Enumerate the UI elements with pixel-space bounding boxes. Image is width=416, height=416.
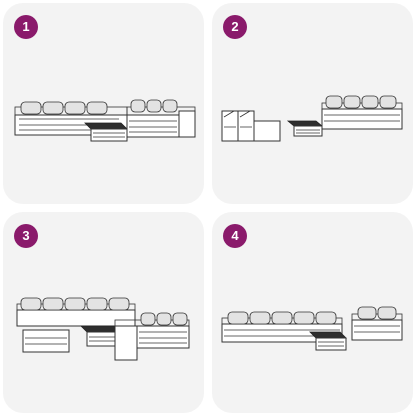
cushion [86,101,108,115]
cushion [20,101,42,115]
furniture-illustration [212,3,413,204]
cushion [357,306,377,320]
table-base [90,128,128,142]
table-top [84,122,128,130]
cushion [343,95,361,109]
chair-end [253,120,281,142]
furniture-illustration [3,3,204,204]
cushion [146,99,162,113]
option-card-3[interactable]: 3 [3,212,204,413]
cushion [325,95,343,109]
cushion [315,311,337,325]
table-top [309,331,347,339]
sofa-set-drawing [221,95,403,142]
option-card-1[interactable]: 1 [3,3,204,204]
chair-side [221,110,239,142]
cushion [293,311,315,325]
sofa-arm [114,325,138,361]
cushion [64,297,86,311]
table-base [293,125,323,137]
sofa-base [321,108,403,130]
cushion [172,312,188,326]
option-card-4[interactable]: 4 [212,212,413,413]
cushion [271,311,293,325]
cushion [361,95,379,109]
cushion [249,311,271,325]
cushion [379,95,397,109]
sofa-base [351,319,403,341]
furniture-configuration-grid: 1 2 3 4 [0,0,416,416]
option-card-2[interactable]: 2 [212,3,413,204]
sofa-set-drawing [14,99,196,142]
cushion [20,297,42,311]
cushion [86,297,108,311]
ottoman [22,329,70,353]
table-top [286,120,324,127]
cushion [377,306,397,320]
cushion [227,311,249,325]
furniture-illustration [3,212,204,413]
sofa-arm [178,110,196,138]
sofa-set-drawing [16,297,190,361]
sofa-set-drawing [221,306,403,351]
cushion [108,297,130,311]
cushion [140,312,156,326]
sofa-base [16,309,136,327]
cushion [42,297,64,311]
cushion [64,101,86,115]
chair-side [237,110,255,142]
cushion [42,101,64,115]
cushion [162,99,178,113]
cushion [130,99,146,113]
cushion [156,312,172,326]
furniture-illustration [212,212,413,413]
table-base [315,337,347,351]
